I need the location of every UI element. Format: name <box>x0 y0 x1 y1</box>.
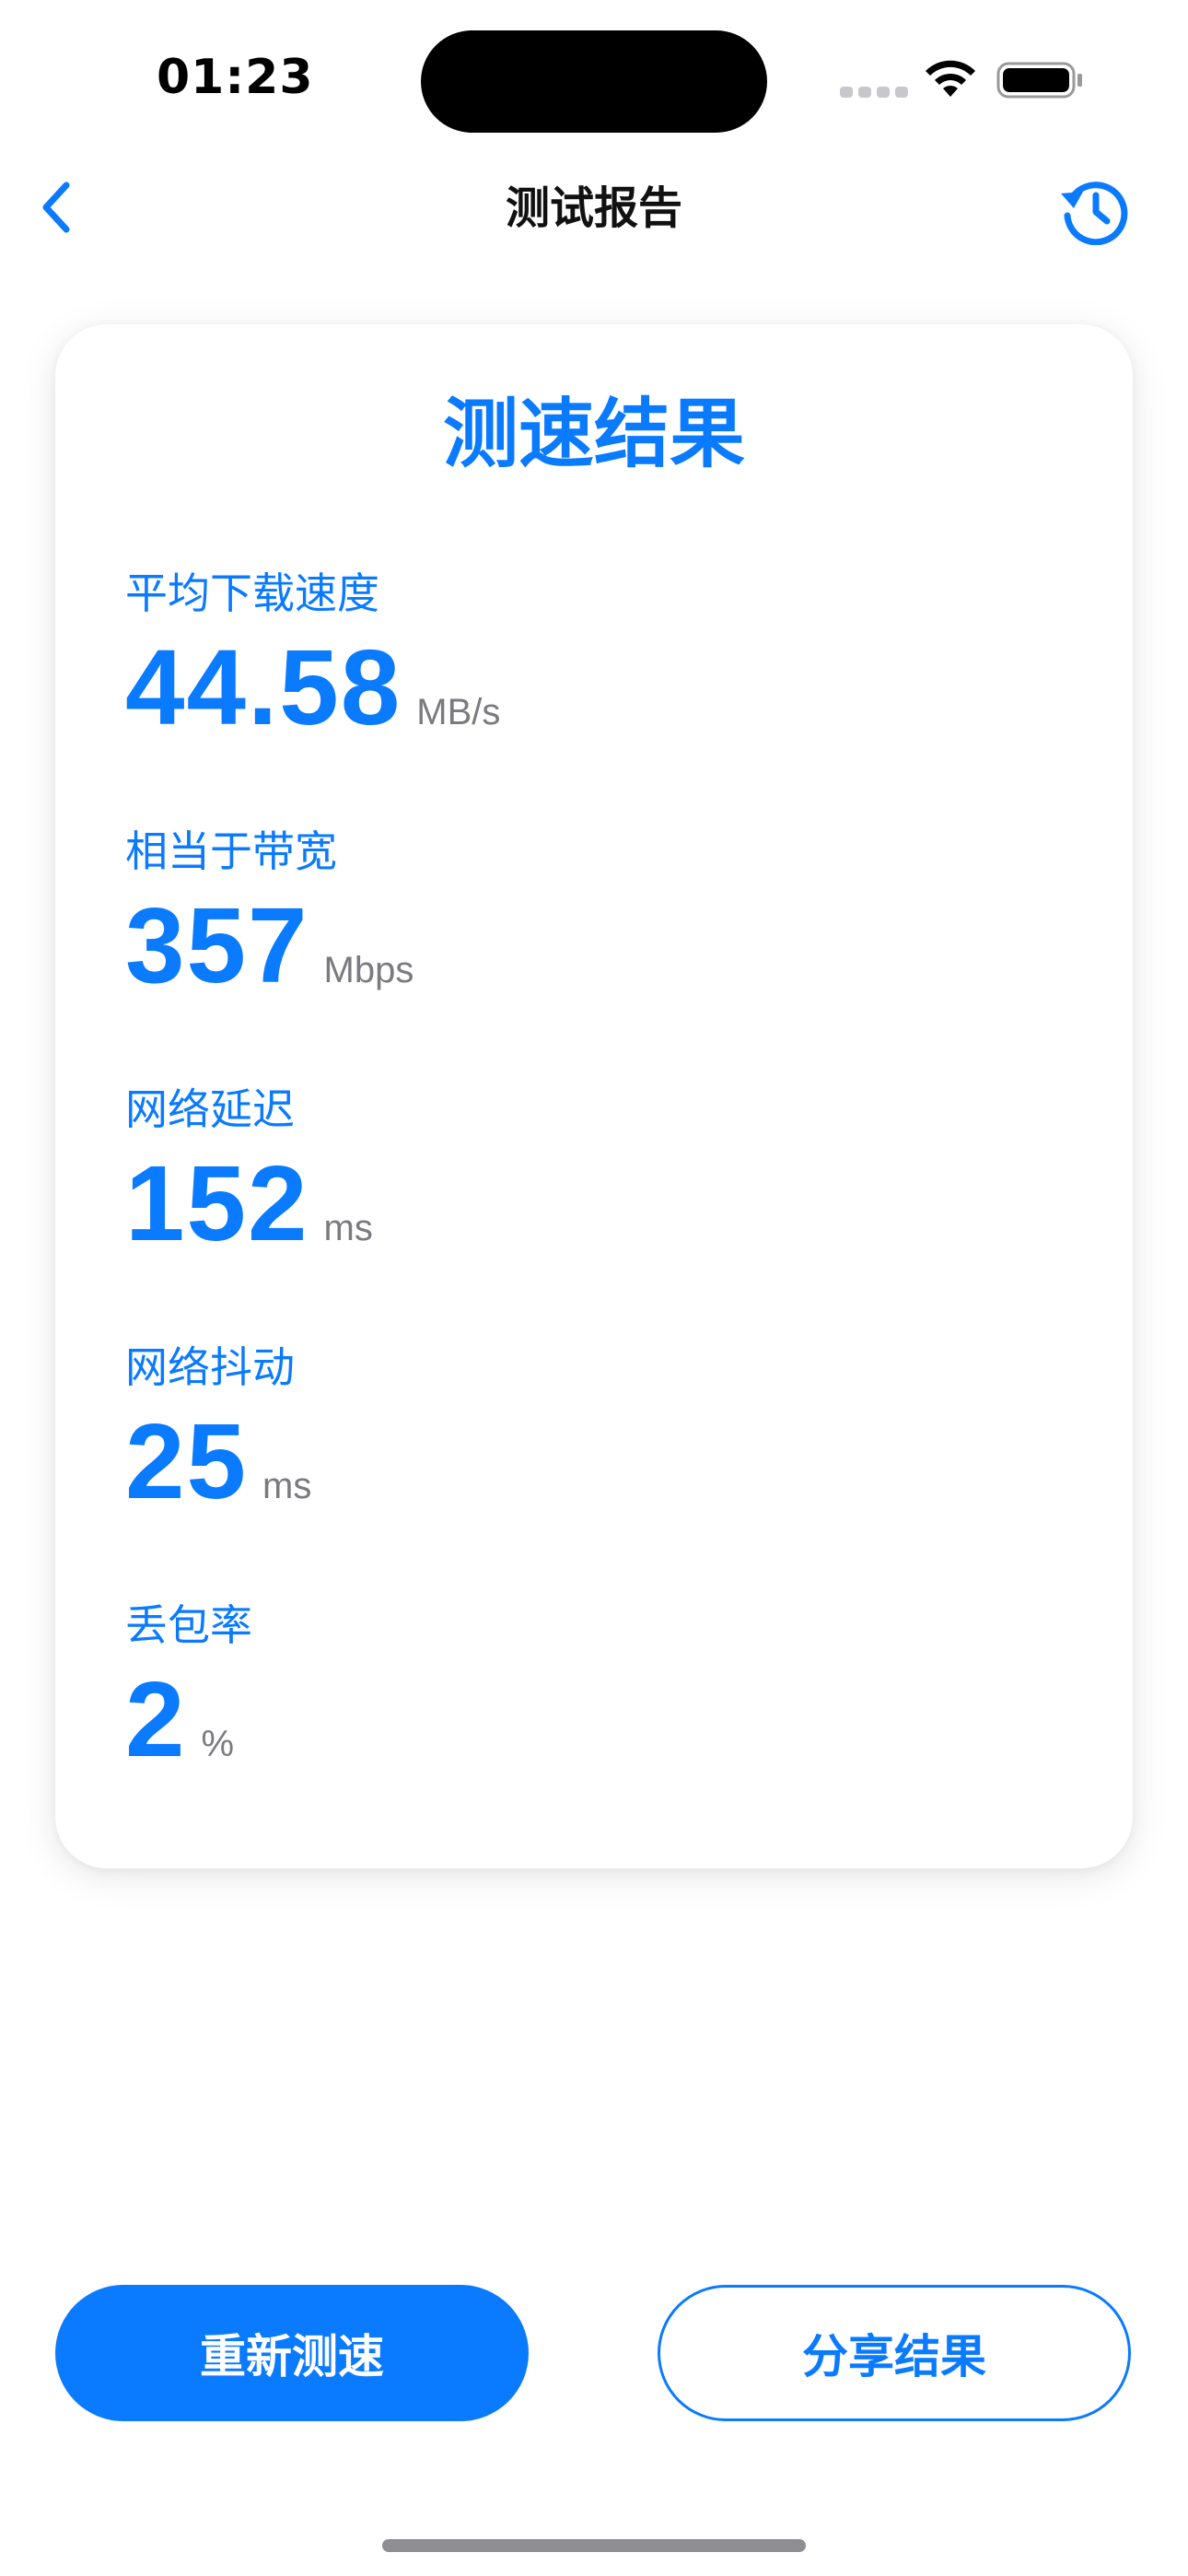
retest-button[interactable]: 重新测速 <box>55 2285 529 2421</box>
metric-value: 44.58 <box>125 627 402 747</box>
metric-packet-loss: 丢包率 2 % <box>125 1598 252 1774</box>
result-card: 测速结果 平均下载速度 44.58 MB/s 相当于带宽 357 Mbps 网络… <box>55 324 1133 1868</box>
card-title: 测速结果 <box>442 391 745 478</box>
history-icon <box>1061 181 1128 246</box>
metric-value: 2 <box>125 1659 187 1779</box>
screen: 01:23 测试报告 测速结果 平均下载速度 44.58 MB/s 相当于带宽 … <box>0 0 1188 2576</box>
metric-unit: Mbps <box>323 950 414 990</box>
metric-value: 357 <box>125 885 309 1005</box>
share-result-button[interactable]: 分享结果 <box>658 2285 1131 2421</box>
metric-label: 网络延迟 <box>125 1084 295 1134</box>
battery-icon <box>996 62 1082 99</box>
metric-bandwidth: 相当于带宽 357 Mbps <box>125 824 413 1001</box>
metric-label: 网络抖动 <box>125 1342 295 1392</box>
metric-unit: % <box>201 1724 235 1764</box>
cellular-signal-icon <box>840 87 908 98</box>
metric-label: 相当于带宽 <box>125 826 337 876</box>
metric-unit: ms <box>323 1208 373 1248</box>
metric-value: 152 <box>125 1143 309 1263</box>
metric-latency: 网络延迟 152 ms <box>125 1082 373 1259</box>
history-button[interactable] <box>1055 175 1133 246</box>
metric-label: 丢包率 <box>125 1600 252 1650</box>
metric-unit: MB/s <box>416 692 501 732</box>
status-time: 01:23 <box>157 50 314 105</box>
metric-label: 平均下载速度 <box>125 568 379 618</box>
page-title: 测试报告 <box>505 182 682 234</box>
metric-value: 25 <box>125 1401 249 1521</box>
dynamic-island <box>421 30 767 133</box>
metric-download-speed: 平均下载速度 44.58 MB/s <box>125 566 500 743</box>
home-indicator[interactable] <box>382 2539 806 2552</box>
metric-unit: ms <box>262 1466 312 1506</box>
metric-jitter: 网络抖动 25 ms <box>125 1340 311 1516</box>
wifi-icon <box>926 60 975 97</box>
